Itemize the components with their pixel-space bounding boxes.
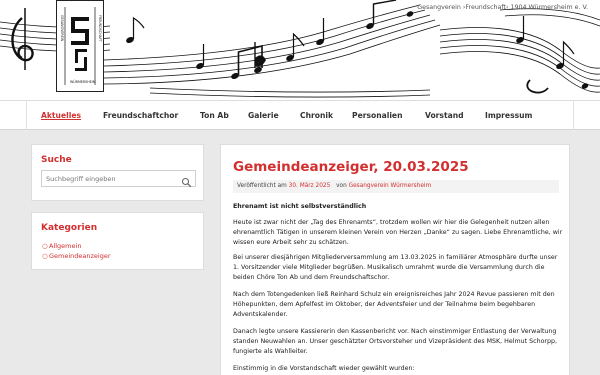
search-widget-title: Suche <box>41 155 72 165</box>
svg-text:WÜRMERSHEIM: WÜRMERSHEIM <box>70 79 96 84</box>
nav-item-freundschaftchor[interactable]: Freundschaftchor <box>103 111 178 120</box>
search-icon <box>181 177 192 188</box>
post-article: Gemeindeanzeiger, 20.03.2025 Veröffentli… <box>220 144 570 375</box>
category-link-allgemein[interactable]: Allgemein <box>49 242 81 250</box>
categories-widget: Kategorien ○Allgemein ○Gemeindeanzeiger <box>31 212 204 270</box>
post-paragraph-1: Heute ist zwar nicht der „Tag des Ehrena… <box>233 219 563 247</box>
search-button[interactable] <box>181 173 192 188</box>
bullet-icon: ○ <box>42 242 48 250</box>
published-label: Veröffentlicht am <box>237 183 287 189</box>
category-item: ○Gemeindeanzeiger <box>42 252 111 262</box>
nav-item-ton-ab[interactable]: Ton Ab <box>200 111 229 120</box>
nav-item-chronik[interactable]: Chronik <box>300 111 333 120</box>
nav-item-vorstand[interactable]: Vorstand <box>425 111 464 120</box>
svg-text:FREUNDSCHAFT: FREUNDSCHAFT <box>98 15 102 43</box>
author-label: von <box>336 183 347 189</box>
nav-item-galerie[interactable]: Galerie <box>248 111 279 120</box>
post-paragraph-5: Einstimmig in die Vorstandschaft wieder … <box>233 365 415 372</box>
search-input[interactable] <box>42 171 177 186</box>
post-meta: Veröffentlicht am 30. März 2025 von Gesa… <box>233 180 559 193</box>
categories-widget-title: Kategorien <box>41 223 98 233</box>
main-navigation: Aktuelles Freundschaftchor Ton Ab Galeri… <box>0 100 600 130</box>
category-link-gemeindeanzeiger[interactable]: Gemeindeanzeiger <box>49 252 111 260</box>
nav-item-personalien[interactable]: Personalien <box>352 111 403 120</box>
post-paragraph-4: Danach legte unsere Kassiererin den Kass… <box>233 328 558 356</box>
post-heading: Ehrenamt ist nicht selbstverständlich <box>233 203 367 210</box>
search-field <box>41 170 196 188</box>
svg-text:GESANGVEREIN: GESANGVEREIN <box>60 15 64 42</box>
category-list: ○Allgemein ○Gemeindeanzeiger <box>42 242 111 261</box>
nav-item-impressum[interactable]: Impressum <box>485 111 532 120</box>
post-date-link[interactable]: 30. März 2025 <box>289 183 331 189</box>
bullet-icon: ○ <box>42 251 48 260</box>
author-link[interactable]: Gesangverein Würmersheim <box>349 183 432 189</box>
nav-item-aktuelles[interactable]: Aktuelles <box>41 111 81 120</box>
post-paragraph-2: Bei unserer diesjährigen Mitgliederversa… <box>233 254 558 282</box>
club-logo[interactable]: GESANGVEREIN FREUNDSCHAFT WÜRMERSHEIM <box>56 0 104 92</box>
nav-inner: Aktuelles Freundschaftchor Ton Ab Galeri… <box>26 101 574 130</box>
post-paragraph-3: Nach dem Totengedenken ließ Reinhard Sch… <box>233 291 555 319</box>
category-item: ○Allgemein <box>42 242 111 252</box>
site-title[interactable]: Gesangverein ›Freundschaft‹ 1904 Würmers… <box>417 4 588 11</box>
search-widget: Suche <box>31 144 204 201</box>
site-header: GESANGVEREIN FREUNDSCHAFT WÜRMERSHEIM Ge… <box>0 0 600 100</box>
post-title[interactable]: Gemeindeanzeiger, 20.03.2025 <box>233 159 469 175</box>
club-logo-emblem: GESANGVEREIN FREUNDSCHAFT WÜRMERSHEIM <box>60 7 102 85</box>
